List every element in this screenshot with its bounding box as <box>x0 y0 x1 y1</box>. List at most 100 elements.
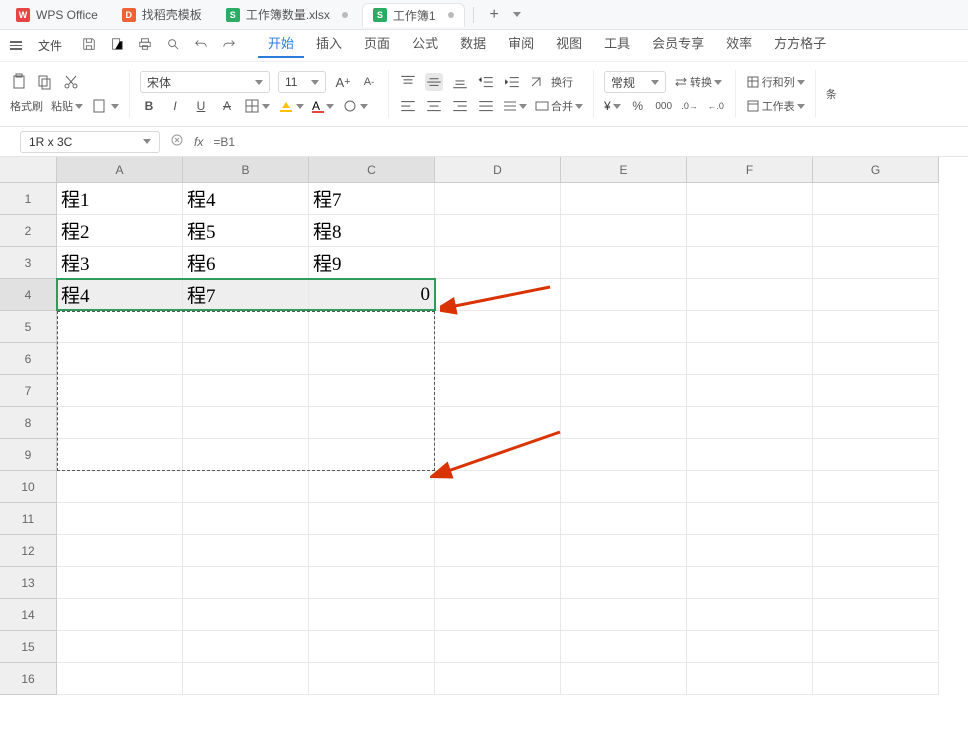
cell[interactable]: 程8 <box>309 215 435 247</box>
col-header-A[interactable]: A <box>57 157 183 183</box>
align-top-icon[interactable] <box>399 73 417 91</box>
cell[interactable] <box>57 375 183 407</box>
cell[interactable] <box>309 343 435 375</box>
preview-icon[interactable] <box>166 37 180 54</box>
menu-home[interactable]: 开始 <box>258 33 304 58</box>
cell[interactable] <box>309 503 435 535</box>
cell[interactable] <box>435 407 561 439</box>
cell[interactable]: 程7 <box>309 183 435 215</box>
number-format-combo[interactable]: 常规 <box>604 71 666 93</box>
cell[interactable] <box>309 407 435 439</box>
cell[interactable] <box>57 311 183 343</box>
cell[interactable] <box>561 407 687 439</box>
menu-efficiency[interactable]: 效率 <box>716 33 762 58</box>
tab-templates[interactable]: D找稻壳模板 <box>112 3 212 27</box>
copy-icon[interactable] <box>36 73 54 91</box>
cell[interactable] <box>561 375 687 407</box>
align-left-icon[interactable] <box>399 97 417 115</box>
menu-member[interactable]: 会员专享 <box>642 33 714 58</box>
cell[interactable] <box>813 215 939 247</box>
cell[interactable] <box>57 567 183 599</box>
cell[interactable] <box>435 599 561 631</box>
cell[interactable] <box>813 535 939 567</box>
row-header-4[interactable]: 4 <box>0 279 57 311</box>
cell[interactable] <box>435 375 561 407</box>
row-header-12[interactable]: 12 <box>0 535 57 567</box>
cell[interactable] <box>183 407 309 439</box>
decrease-decimal-icon[interactable]: ←.0 <box>707 97 725 115</box>
more-clipboard[interactable] <box>91 97 119 115</box>
tab-list-dropdown[interactable] <box>513 12 521 17</box>
distribute-dropdown[interactable] <box>503 99 527 113</box>
cell[interactable] <box>561 343 687 375</box>
col-header-E[interactable]: E <box>561 157 687 183</box>
undo-icon[interactable] <box>194 37 208 54</box>
border-dropdown[interactable] <box>244 98 270 114</box>
italic-icon[interactable]: I <box>166 97 184 115</box>
rowscols-dropdown[interactable]: 行和列 <box>746 74 805 90</box>
cell[interactable] <box>687 311 813 343</box>
row-header-1[interactable]: 1 <box>0 183 57 215</box>
cell[interactable] <box>813 343 939 375</box>
cell[interactable] <box>435 279 561 311</box>
increase-font-icon[interactable]: A+ <box>334 73 352 91</box>
menu-view[interactable]: 视图 <box>546 33 592 58</box>
cell[interactable]: 程6 <box>183 247 309 279</box>
cell[interactable] <box>309 567 435 599</box>
cell[interactable]: 程4 <box>57 279 183 311</box>
cell[interactable] <box>435 663 561 695</box>
cell[interactable] <box>183 599 309 631</box>
align-bottom-icon[interactable] <box>451 73 469 91</box>
cell[interactable] <box>687 247 813 279</box>
cell[interactable] <box>687 535 813 567</box>
cell[interactable] <box>435 247 561 279</box>
convert-dropdown[interactable]: 转换 <box>674 74 722 90</box>
wrap-text[interactable]: 换行 <box>551 74 573 90</box>
cell[interactable] <box>687 567 813 599</box>
formula-input[interactable]: =B1 <box>213 135 235 149</box>
cell[interactable] <box>687 279 813 311</box>
file-menu[interactable]: 文件 <box>34 37 66 54</box>
cell[interactable] <box>435 183 561 215</box>
cell[interactable] <box>813 631 939 663</box>
cell[interactable] <box>183 439 309 471</box>
cell[interactable] <box>687 343 813 375</box>
cell[interactable] <box>813 471 939 503</box>
decrease-font-icon[interactable]: A- <box>360 73 378 91</box>
row-header-5[interactable]: 5 <box>0 311 57 343</box>
cell[interactable]: 程5 <box>183 215 309 247</box>
comma-icon[interactable]: 000 <box>655 97 673 115</box>
menu-tools[interactable]: 工具 <box>594 33 640 58</box>
cell[interactable] <box>561 503 687 535</box>
justify-icon[interactable] <box>477 97 495 115</box>
tab-workbook2[interactable]: S工作簿1 <box>362 3 465 27</box>
menu-page[interactable]: 页面 <box>354 33 400 58</box>
row-header-15[interactable]: 15 <box>0 631 57 663</box>
font-name-combo[interactable]: 宋体 <box>140 71 270 93</box>
cell[interactable] <box>435 535 561 567</box>
cell[interactable] <box>813 311 939 343</box>
cell[interactable] <box>309 375 435 407</box>
redo-icon[interactable] <box>222 37 236 54</box>
cell[interactable] <box>813 599 939 631</box>
fill-dropdown[interactable] <box>278 98 304 114</box>
cell[interactable] <box>687 183 813 215</box>
cell[interactable]: 程3 <box>57 247 183 279</box>
cell[interactable] <box>57 599 183 631</box>
row-header-6[interactable]: 6 <box>0 343 57 375</box>
menu-formula[interactable]: 公式 <box>402 33 448 58</box>
effects-dropdown[interactable] <box>342 98 368 114</box>
paste-dropdown[interactable]: 粘贴 <box>51 98 83 114</box>
cell[interactable] <box>687 663 813 695</box>
cell[interactable] <box>435 631 561 663</box>
cell[interactable] <box>561 599 687 631</box>
cell[interactable] <box>813 375 939 407</box>
cell[interactable] <box>435 567 561 599</box>
row-header-7[interactable]: 7 <box>0 375 57 407</box>
cell[interactable] <box>57 439 183 471</box>
col-header-B[interactable]: B <box>183 157 309 183</box>
row-header-3[interactable]: 3 <box>0 247 57 279</box>
cell[interactable]: 程2 <box>57 215 183 247</box>
cell[interactable] <box>435 343 561 375</box>
cell[interactable] <box>813 407 939 439</box>
